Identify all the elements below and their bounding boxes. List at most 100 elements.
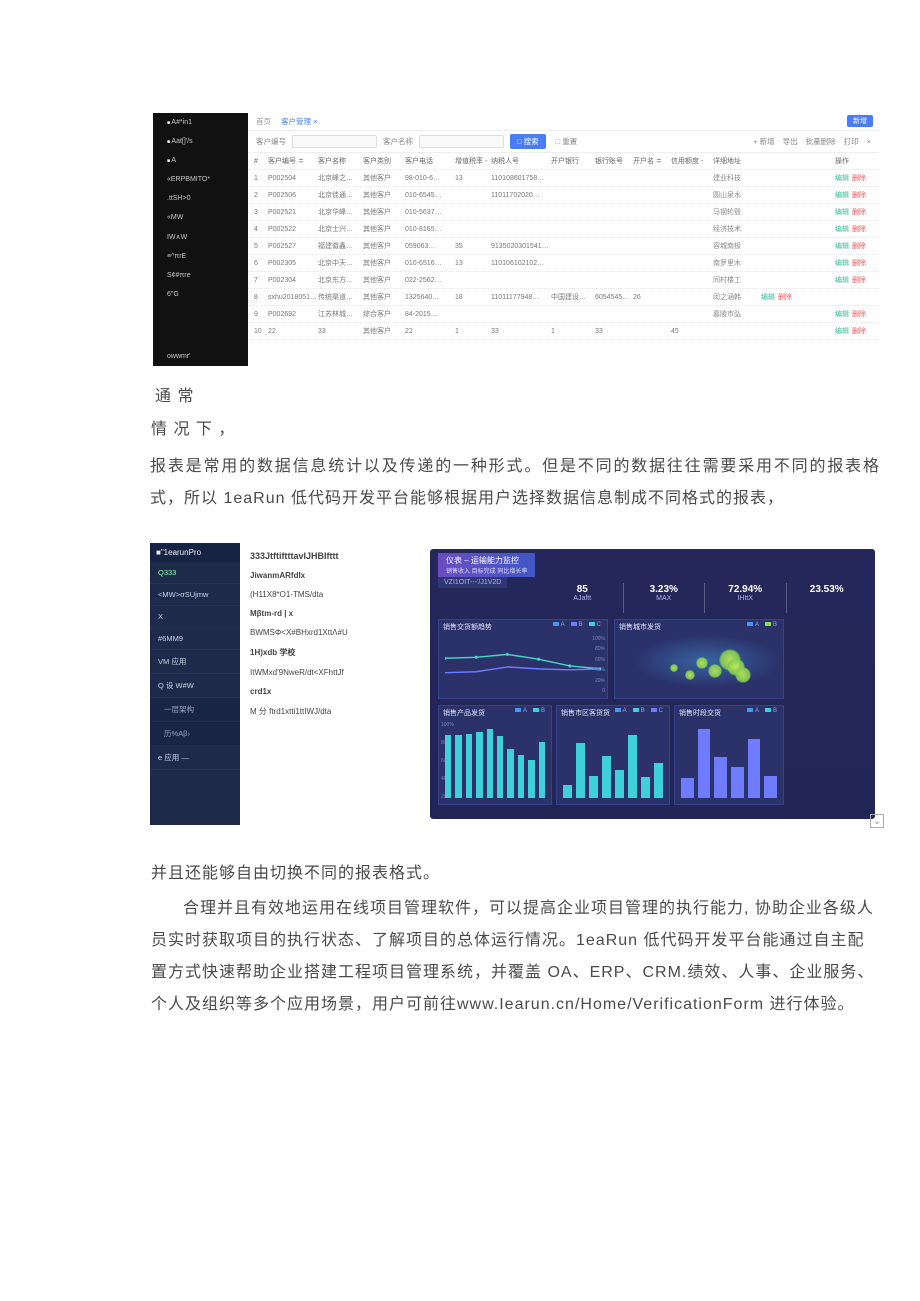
table-row[interactable]: 102233其他客户2213313345编辑删除 — [248, 323, 879, 340]
col-header[interactable]: 客户电话 — [405, 156, 455, 166]
panel-product-bars: 销售产品发货 AB 100%80%60%40%20% — [438, 705, 552, 805]
crm-side-item[interactable]: «ERPBMITO* — [153, 170, 248, 189]
dash-side-item[interactable]: Q333 — [150, 562, 240, 584]
tree-item[interactable]: JiwanmARfdIx — [250, 571, 420, 580]
tree-item[interactable]: ItWMxd'9NweR/dt<XFhttJf — [250, 668, 420, 677]
top-new-button[interactable]: 新增 — [847, 115, 873, 127]
bar — [528, 760, 534, 799]
table-row[interactable]: 5P002527福建徽鑫…其他客户059063…359135020301541…… — [248, 238, 879, 255]
batch-delete-button[interactable]: 批量删除 — [806, 136, 836, 147]
map-bubble — [735, 667, 751, 683]
bar — [497, 736, 503, 798]
tab-home[interactable]: 首页 — [256, 116, 271, 127]
col-header[interactable]: 开户银行 — [551, 156, 595, 166]
table-row[interactable]: 4P002522北京士兴…其他客户010-8165…经济技术编辑删除 — [248, 221, 879, 238]
edit-link[interactable]: 编辑 — [835, 309, 849, 319]
dash-side-item[interactable]: e 应用 — — [150, 746, 240, 770]
tree-item[interactable]: Mβtm-rd | x — [250, 609, 420, 618]
crm-side-item[interactable]: ≡^πrE — [153, 247, 248, 266]
delete-link[interactable]: 删除 — [852, 258, 866, 268]
delete-link[interactable]: 删除 — [852, 173, 866, 183]
table-row[interactable]: 9P002692江苏林城…综合客户84-2015…嘉陵市弘编辑删除 — [248, 306, 879, 323]
edit-link[interactable]: 编辑 — [835, 275, 849, 285]
crm-side-item[interactable]: owwmr' — [153, 347, 248, 366]
row-ops: 编辑删除 — [835, 173, 873, 183]
col-header[interactable]: 信用额度 - — [671, 156, 713, 166]
row-ops: 编辑删除 — [835, 190, 873, 200]
table-row[interactable]: 1P002504北京峰之…其他客户98-010-6…13110108601758… — [248, 170, 879, 187]
table-row[interactable]: 3P002521北京华峰…其他客户010-5637…马钢轮毂编辑删除 — [248, 204, 879, 221]
dash-subtab[interactable]: VZI1OIT---'/J1V2D — [438, 577, 507, 588]
kpi-box: 85AJaftt — [542, 583, 623, 613]
table-row[interactable]: 8sxhu20180513…传统渠道…其他客户1325640…181101117… — [248, 289, 879, 306]
edit-link[interactable]: 编辑 — [835, 258, 849, 268]
col-header[interactable]: 客户类别 — [363, 156, 405, 166]
col-header[interactable]: 详细地址 — [713, 156, 761, 166]
delete-link[interactable]: 删除 — [852, 326, 866, 336]
crm-side-item[interactable]: IW∧W — [153, 227, 248, 247]
col-header[interactable]: 客户名称 — [318, 156, 363, 166]
crm-side-item[interactable]: Aat[]'/s — [153, 132, 248, 151]
dash-side-item[interactable]: 历%Aβ› — [150, 722, 240, 746]
row-ops: 编辑删除 — [835, 258, 873, 268]
dash-side-item[interactable]: <MW>σSUjmw — [150, 584, 240, 606]
crm-side-item[interactable]: S¢#πre — [153, 266, 248, 285]
panel-district-bars: 销售市区客货货 ABC — [556, 705, 670, 805]
delete-link[interactable]: 删除 — [778, 292, 792, 302]
edit-link[interactable]: 编辑 — [835, 207, 849, 217]
table-row[interactable]: 7P002304北京东方…其他客户022-2562…间村楼工编辑删除 — [248, 272, 879, 289]
col-header[interactable]: 客户编号 ≑ — [268, 156, 318, 166]
panel-title: 销售市区客货货 — [561, 708, 610, 718]
crm-side-item[interactable]: «MW — [153, 208, 248, 227]
edit-link[interactable]: 编辑 — [761, 292, 775, 302]
table-row[interactable]: 2P002506北京佳通…其他客户010-6545…11011702020…圆山… — [248, 187, 879, 204]
edit-link[interactable]: 编辑 — [835, 326, 849, 336]
col-header[interactable]: 增值税率 - — [455, 156, 491, 166]
delete-link[interactable]: 删除 — [852, 190, 866, 200]
crm-side-item[interactable]: .ttSH>0 — [153, 189, 248, 208]
dash-side-item[interactable]: VM 应用 — [150, 650, 240, 674]
row-ops: 编辑删除 — [835, 207, 873, 217]
table-row[interactable]: 6P002305北京中天…其他客户010-6516…13110106102102… — [248, 255, 879, 272]
print-button[interactable]: 打印 — [844, 136, 859, 147]
tree-item[interactable]: (H11X8*O1-TMS/dta — [250, 590, 420, 599]
edit-link[interactable]: 编辑 — [835, 241, 849, 251]
edit-link[interactable]: 编辑 — [835, 173, 849, 183]
col-header[interactable]: 纳税人号 — [491, 156, 551, 166]
reset-button[interactable]: □ 重置 — [552, 135, 582, 148]
crm-main: 首页 客户管理 × 新增 客户编号 客户名称 □ 搜索 □ 重置 + 新增 导出… — [248, 113, 879, 366]
delete-link[interactable]: 删除 — [852, 224, 866, 234]
row-ops: 编辑删除 — [761, 292, 835, 302]
dash-side-item[interactable]: Q 设 W#W — [150, 674, 240, 698]
edit-link[interactable]: 编辑 — [835, 224, 849, 234]
bar — [576, 743, 585, 798]
edit-link[interactable]: 编辑 — [835, 190, 849, 200]
delete-link[interactable]: 删除 — [852, 309, 866, 319]
delete-link[interactable]: 删除 — [852, 207, 866, 217]
input-cust-no[interactable] — [292, 135, 377, 148]
tree-item[interactable]: crd1x — [250, 687, 420, 696]
delete-link[interactable]: 删除 — [852, 275, 866, 285]
add-button[interactable]: + 新增 — [753, 136, 774, 147]
col-header[interactable]: 银行账号 — [595, 156, 633, 166]
col-header[interactable]: 操作 — [835, 156, 873, 166]
crm-side-item[interactable]: A — [153, 151, 248, 170]
dash-side-item[interactable]: 一层架构 — [150, 698, 240, 722]
crm-side-item[interactable]: A#*in1 — [153, 113, 248, 132]
search-button[interactable]: □ 搜索 — [510, 134, 546, 149]
tree-item[interactable]: BWMSΦ<X#BHxrd1XttΛ#U — [250, 628, 420, 637]
crm-side-item[interactable]: 6"G — [153, 285, 248, 304]
dash-side-item[interactable]: X — [150, 606, 240, 628]
tab-customer[interactable]: 客户管理 × — [281, 116, 317, 127]
chevron-down-icon[interactable]: ⌄ — [870, 814, 884, 828]
delete-link[interactable]: 删除 — [852, 241, 866, 251]
input-cust-name[interactable] — [419, 135, 504, 148]
tree-header: 333JtftiftttavIJHBIfttt — [250, 551, 420, 561]
col-header[interactable]: # — [254, 158, 268, 165]
dash-side-item[interactable]: #6MM9 — [150, 628, 240, 650]
close-icon[interactable]: × — [867, 137, 871, 146]
export-button[interactable]: 导出 — [783, 136, 798, 147]
tree-item[interactable]: 1H)xdb 学校 — [250, 647, 420, 658]
tree-item[interactable]: M 分 ftrd1xtti1ttIWJ/dta — [250, 706, 420, 717]
col-header[interactable]: 开户名 ≑ — [633, 156, 671, 166]
